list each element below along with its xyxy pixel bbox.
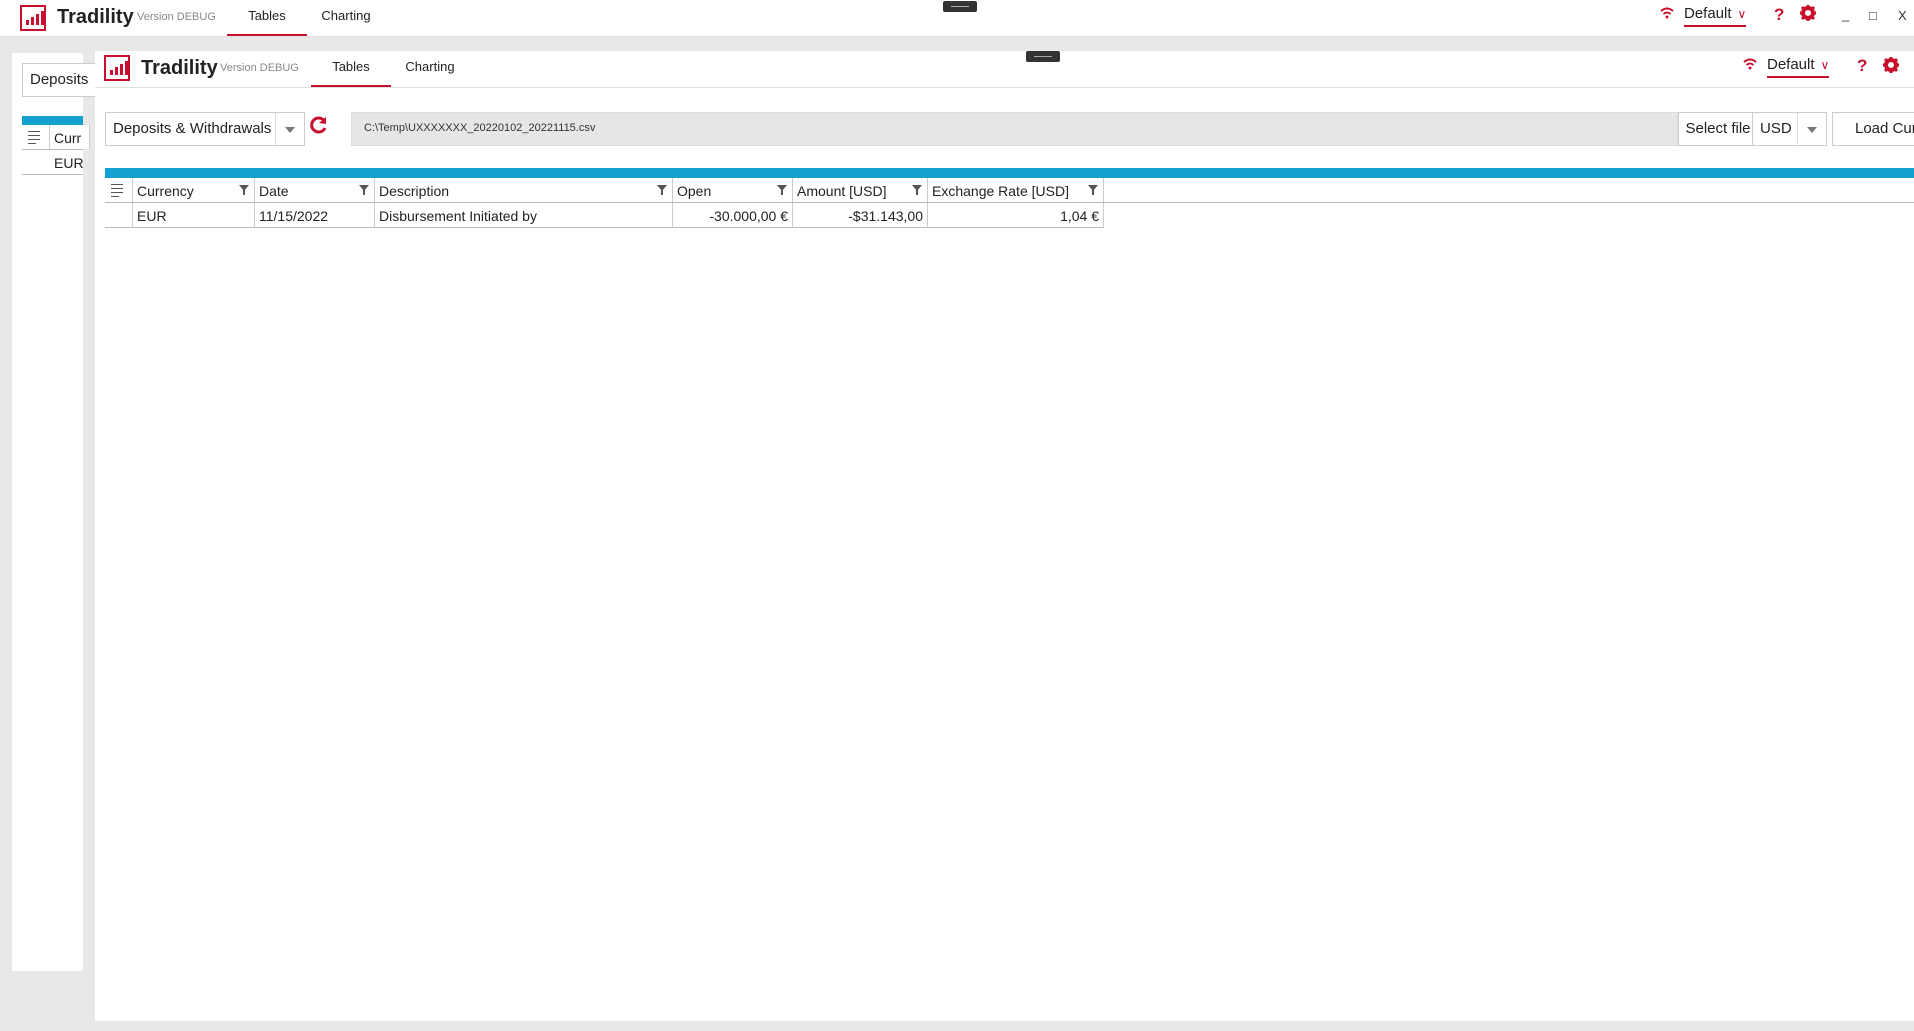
app-title: Tradility [57, 6, 134, 28]
gear-icon[interactable] [1799, 4, 1817, 27]
header-amount[interactable]: Amount [USD] [793, 178, 928, 202]
tab-charting[interactable]: Charting [390, 59, 470, 85]
header-exchange-rate-label: Exchange Rate [USD] [932, 183, 1069, 199]
tradility-logo-icon [20, 5, 46, 31]
outer-table-row[interactable]: EUR [22, 150, 84, 175]
report-type-dropdown[interactable]: Deposits & Withdrawals [105, 112, 305, 146]
header-description[interactable]: Description [375, 178, 673, 202]
chevron-down-icon: ∨ [1820, 58, 1830, 72]
main-titlebar: Tradility Version DEBUG Tables Charting … [95, 51, 1914, 88]
grid-group-bar [105, 168, 1914, 178]
version-label: Version DEBUG [137, 11, 216, 23]
cell-amount: -$31.143,00 [793, 203, 928, 227]
close-button[interactable]: X [1898, 8, 1907, 23]
outer-content-panel: Deposits Curr EUR [12, 53, 102, 971]
outer-grid-bar [22, 116, 83, 125]
app-title: Tradility [141, 57, 218, 79]
file-path-field[interactable]: C:\Temp\UXXXXXXX_20220102_20221115.csv [351, 112, 1678, 146]
filter-icon[interactable] [239, 185, 249, 195]
version-label: Version DEBUG [220, 62, 299, 74]
help-icon[interactable]: ? [1857, 56, 1867, 76]
profile-label: Default [1684, 5, 1732, 22]
outer-column-config-icon[interactable] [22, 125, 50, 149]
outer-header-currency[interactable]: Curr [50, 125, 90, 149]
column-config-icon[interactable] [105, 178, 133, 202]
filter-icon[interactable] [1088, 185, 1098, 195]
profile-dropdown[interactable]: Default ∨ [1767, 56, 1830, 78]
cell-currency: EUR [133, 203, 255, 227]
cell-row-indicator [105, 203, 133, 227]
chevron-down-icon[interactable] [1797, 113, 1826, 145]
minimize-button[interactable]: _ [1842, 7, 1849, 22]
header-open-label: Open [677, 183, 712, 199]
cell-exchange-rate: 1,04 € [928, 203, 1104, 227]
filter-icon[interactable] [657, 185, 667, 195]
gear-icon[interactable] [1882, 56, 1900, 79]
wifi-icon [1660, 6, 1674, 22]
cell-date: 11/15/2022 [255, 203, 375, 227]
currency-label: USD [1760, 120, 1792, 137]
tradility-logo-icon [104, 55, 130, 81]
header-currency-label: Currency [137, 183, 194, 199]
chevron-down-icon: ∨ [1737, 7, 1747, 21]
table-row[interactable]: EUR 11/15/2022 Disbursement Initiated by… [105, 203, 1104, 228]
drag-handle-icon[interactable] [1026, 51, 1060, 62]
main-window: Tradility Version DEBUG Tables Charting … [95, 51, 1914, 1021]
header-date-label: Date [259, 183, 289, 199]
help-icon[interactable]: ? [1774, 5, 1784, 25]
header-date[interactable]: Date [255, 178, 375, 202]
tab-tables[interactable]: Tables [227, 8, 307, 36]
tab-tables[interactable]: Tables [311, 59, 391, 87]
header-exchange-rate[interactable]: Exchange Rate [USD] [928, 178, 1104, 202]
report-type-label: Deposits & Withdrawals [113, 120, 272, 137]
wifi-icon [1743, 57, 1757, 73]
outer-cell-currency: EUR [54, 155, 84, 171]
chevron-down-icon[interactable] [275, 113, 304, 145]
maximize-button[interactable]: □ [1869, 8, 1877, 23]
select-file-button[interactable]: Select file [1678, 112, 1758, 146]
outer-report-dropdown[interactable]: Deposits [22, 63, 102, 97]
filter-icon[interactable] [359, 185, 369, 195]
header-description-label: Description [379, 183, 450, 199]
outer-window: Tradility Version DEBUG Tables Charting … [0, 0, 1914, 37]
outer-grid-header: Curr [22, 125, 90, 150]
outer-titlebar: Tradility Version DEBUG Tables Charting … [0, 0, 1914, 37]
outer-report-label: Deposits [30, 71, 89, 88]
profile-dropdown[interactable]: Default ∨ [1684, 5, 1747, 27]
filter-icon[interactable] [912, 185, 922, 195]
header-currency[interactable]: Currency [133, 178, 255, 202]
header-open[interactable]: Open [673, 178, 793, 202]
profile-label: Default [1767, 56, 1815, 73]
tab-charting[interactable]: Charting [306, 8, 386, 34]
load-currency-button[interactable]: Load Cur [1832, 112, 1914, 146]
cell-description: Disbursement Initiated by [375, 203, 673, 227]
drag-handle-icon[interactable] [943, 1, 977, 12]
header-amount-label: Amount [USD] [797, 183, 887, 199]
grid-header: Currency Date Description Open Amount [U… [105, 178, 1914, 203]
filter-icon[interactable] [777, 185, 787, 195]
refresh-icon[interactable] [309, 115, 329, 141]
currency-dropdown[interactable]: USD [1752, 112, 1827, 146]
cell-open: -30.000,00 € [673, 203, 793, 227]
